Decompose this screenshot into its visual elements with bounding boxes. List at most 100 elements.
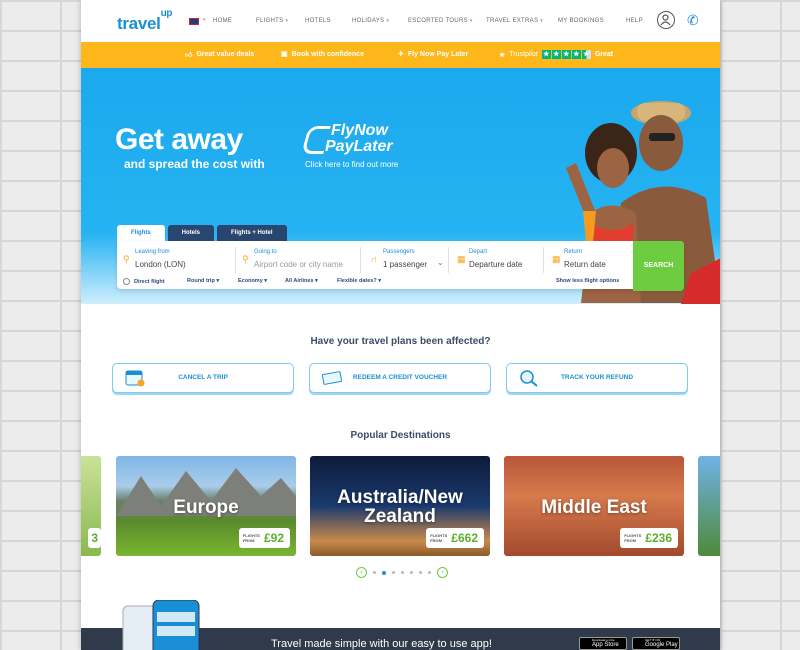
carousel-dot[interactable] [428, 571, 431, 574]
depart-input[interactable]: Departure date [469, 260, 522, 269]
going-to-field[interactable]: ⚲ Going to Airport code or city name [242, 246, 354, 274]
leaving-from-label: Leaving from [135, 249, 170, 255]
depart-field[interactable]: ▦ Depart Departure date [457, 246, 547, 274]
destination-card-partial-left[interactable]: 3 [81, 456, 101, 556]
carousel-dot[interactable] [401, 571, 404, 574]
plane-icon: ✈ [398, 51, 404, 58]
divider [235, 247, 236, 273]
logo-sup: up [160, 8, 173, 20]
price-tag: FLIGHTS FROM £92 [238, 528, 290, 548]
nav-holidays[interactable]: HOLIDAYS ▾ [352, 18, 389, 24]
track-refund-button[interactable]: TRACK YOUR REFUND [506, 363, 688, 393]
account-icon[interactable] [657, 11, 675, 29]
calendar-icon: ▦ [552, 254, 561, 264]
destination-name: Australia/New Zealand [337, 487, 463, 527]
nav-my-bookings[interactable]: MY BOOKINGS [558, 18, 604, 24]
fnpl-brand[interactable]: FlyNow PayLater [325, 123, 393, 155]
destination-name: Middle East [541, 497, 647, 518]
carousel-dot[interactable] [373, 571, 376, 574]
destination-card-middle-east[interactable]: Middle East FLIGHTS FROM £236 [504, 456, 684, 556]
language-caret-icon[interactable]: ▾ [203, 17, 206, 23]
divider [543, 247, 544, 273]
tab-flights-hotel[interactable]: Flights + Hotel [217, 225, 287, 241]
promo-bar: 👍︎ Great value deals ▣ Book with confidenc… [81, 42, 720, 68]
price-tag: FLIGHTS FROM £662 [426, 528, 484, 548]
show-less-options-link[interactable]: Show less flight options [556, 278, 619, 284]
divider [360, 247, 361, 273]
map-pin-icon: ⚲ [242, 254, 249, 264]
destination-card-partial-right[interactable] [698, 456, 720, 556]
cabin-select[interactable]: Economy ▾ [238, 278, 267, 284]
app-phones-image [122, 600, 200, 650]
thumbs-up-icon: 👍︎ [185, 52, 193, 59]
tab-hotels[interactable]: Hotels [167, 225, 215, 241]
app-store-badge[interactable]: Download on the App Store [579, 637, 627, 650]
carousel-dot-active[interactable] [382, 570, 386, 575]
airlines-select[interactable]: All Airlines ▾ [285, 278, 318, 284]
passengers-label: Passengers [383, 249, 415, 255]
destination-card-europe[interactable]: Europe FLIGHTS FROM £92 [116, 456, 296, 556]
promo-confidence: ▣ Book with confidence [281, 50, 364, 59]
trustpilot-stars: ★ ★ ★ ★ ★ [541, 50, 591, 59]
google-play-badge[interactable]: GET IT ON Google Play [632, 637, 680, 650]
nav-escorted-tours[interactable]: ESCORTED TOURS ▾ [408, 18, 473, 24]
price-tag: 3 [88, 528, 101, 548]
trustpilot-star-icon: ★ [499, 51, 506, 59]
uk-flag-icon[interactable] [189, 18, 199, 25]
nav-flights[interactable]: FLIGHTS ▾ [256, 18, 288, 24]
nav-home[interactable]: HOME [213, 18, 232, 24]
nav-help[interactable]: HELP [626, 18, 643, 24]
cancel-trip-button[interactable]: CANCEL A TRIP [112, 363, 294, 393]
map-pin-icon: ⚲ [123, 254, 130, 264]
trustpilot-label: Trustpilot [509, 51, 538, 58]
carousel-dot[interactable] [410, 571, 413, 574]
return-input[interactable]: Return date [564, 260, 606, 269]
carousel-dot[interactable] [392, 571, 395, 574]
divider [448, 247, 449, 273]
return-label: Return [564, 249, 583, 255]
popular-heading: Popular Destinations [350, 430, 451, 441]
return-field[interactable]: ▦ Return Return date [552, 246, 632, 274]
search-button[interactable]: SEARCH [633, 241, 684, 291]
nav-hotels[interactable]: HOTELS [305, 18, 331, 24]
travelup-logo[interactable]: travelup [117, 8, 172, 34]
carousel-prev-arrow-icon[interactable]: ‹ [356, 567, 367, 578]
direct-flight-radio[interactable]: Direct flight [123, 278, 165, 285]
site-header: travelup ▾ HOME FLIGHTS ▾ HOTELS HOLIDAYS… [81, 0, 720, 42]
flight-search-form: ⚲ Leaving from London (LON) ⚲ Going to A… [117, 241, 684, 289]
page: travelup ▾ HOME FLIGHTS ▾ HOTELS HOLIDAYS… [81, 0, 720, 650]
nav-travel-extras[interactable]: TRAVEL EXTRAS ▾ [486, 18, 543, 24]
fnpl-link[interactable]: Click here to find out more [305, 160, 398, 169]
app-promo-text: Travel made simple with our easy to use … [271, 638, 492, 650]
calendar-icon: ▦ [457, 254, 466, 264]
carousel-pagination: ‹ › [356, 567, 448, 578]
tab-flights[interactable]: Flights [117, 225, 165, 241]
chevron-down-icon[interactable]: ⌄ [437, 258, 444, 267]
promo-deals: 👍︎ Great value deals [185, 51, 255, 59]
hero-headline: Get away [115, 123, 243, 156]
phone-icon[interactable]: ✆ [687, 12, 699, 29]
redeem-voucher-button[interactable]: REDEEM A CREDIT VOUCHER [309, 363, 491, 393]
depart-label: Depart [469, 249, 488, 255]
going-to-input[interactable]: Airport code or city name [254, 260, 343, 269]
carousel-next-arrow-icon[interactable]: › [437, 567, 448, 578]
passengers-field[interactable]: ⑁ Passengers 1 passenger ⌄ [371, 246, 451, 274]
destination-card-australia-nz[interactable]: Australia/New Zealand FLIGHTS FROM £662 [310, 456, 490, 556]
trustpilot-rating: Great [594, 51, 614, 58]
flexible-dates-select[interactable]: Flexible dates? ▾ [337, 278, 381, 284]
promo-fnpl[interactable]: ✈ Fly Now Pay Later [398, 50, 468, 59]
hero-subline: and spread the cost with [124, 157, 265, 171]
trip-type-select[interactable]: Round trip ▾ [187, 278, 219, 284]
leaving-from-input[interactable]: London (LON) [135, 260, 186, 269]
logo-text: travel [117, 14, 161, 33]
carousel-dot[interactable] [419, 571, 422, 574]
leaving-from-field[interactable]: ⚲ Leaving from London (LON) [123, 246, 233, 274]
search-tabs: Flights Hotels Flights + Hotel [117, 225, 287, 241]
promo-trustpilot[interactable]: ★ Trustpilot ★ ★ ★ ★ ★ Great [499, 50, 613, 59]
destination-name: Europe [173, 497, 239, 518]
price-tag: FLIGHTS FROM £236 [620, 528, 678, 548]
passengers-select[interactable]: 1 passenger [383, 260, 427, 269]
going-to-label: Going to [254, 249, 277, 255]
calendar-check-icon: ▣ [281, 51, 288, 58]
seat-icon: ⑁ [371, 254, 377, 264]
